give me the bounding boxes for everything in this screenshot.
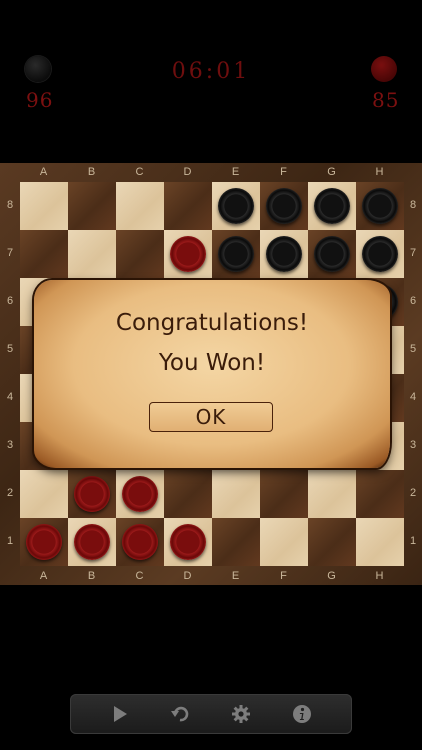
square-g7[interactable] [308,230,356,278]
square-c7[interactable] [116,230,164,278]
red-checker-piece[interactable] [122,476,158,512]
column-label: D [183,570,192,582]
black-checker-piece[interactable] [362,188,398,224]
row-label: 3 [409,439,417,451]
square-g1[interactable] [308,518,356,566]
row-label: 4 [409,391,417,403]
square-h8[interactable] [356,182,404,230]
column-label: F [280,166,287,178]
square-f7[interactable] [260,230,308,278]
square-h2[interactable] [356,470,404,518]
black-checker-piece[interactable] [218,188,254,224]
square-a1[interactable] [20,518,68,566]
square-e7[interactable] [212,230,260,278]
red-score: 85 [372,88,400,112]
row-label: 8 [409,199,417,211]
dialog-title: Congratulations! [115,310,309,336]
row-label: 8 [6,199,14,211]
black-checker-piece[interactable] [266,236,302,272]
game-timer: 06:01 [171,59,251,84]
red-player-disc-icon [371,56,397,82]
column-label: H [375,570,384,582]
square-d2[interactable] [164,470,212,518]
red-checker-piece[interactable] [26,524,62,560]
column-label: A [39,166,48,178]
square-d1[interactable] [164,518,212,566]
black-score: 96 [26,88,54,112]
row-label: 2 [409,487,417,499]
square-g8[interactable] [308,182,356,230]
column-label: G [327,570,336,582]
row-label: 6 [6,295,14,307]
square-g2[interactable] [308,470,356,518]
square-f8[interactable] [260,182,308,230]
square-h7[interactable] [356,230,404,278]
black-checker-piece[interactable] [218,236,254,272]
black-checker-piece[interactable] [266,188,302,224]
red-checker-piece[interactable] [122,524,158,560]
black-checker-piece[interactable] [362,236,398,272]
gear-icon[interactable] [229,702,253,726]
column-label: D [183,166,192,178]
column-label: A [39,570,48,582]
victory-dialog: Congratulations! You Won! OK [34,280,390,468]
bottom-toolbar [70,694,352,734]
column-label: H [375,166,384,178]
square-h1[interactable] [356,518,404,566]
square-e1[interactable] [212,518,260,566]
row-label: 5 [6,343,14,355]
black-checker-piece[interactable] [314,188,350,224]
row-label: 3 [6,439,14,451]
column-label: F [280,570,287,582]
column-label: E [231,570,240,582]
square-d8[interactable] [164,182,212,230]
row-label: 2 [6,487,14,499]
square-c8[interactable] [116,182,164,230]
row-label: 1 [409,535,417,547]
info-icon[interactable] [290,702,314,726]
row-label: 4 [6,391,14,403]
square-a2[interactable] [20,470,68,518]
column-label: G [327,166,336,178]
square-b8[interactable] [68,182,116,230]
square-a8[interactable] [20,182,68,230]
square-f1[interactable] [260,518,308,566]
square-e8[interactable] [212,182,260,230]
undo-icon[interactable] [168,702,192,726]
square-a7[interactable] [20,230,68,278]
row-label: 5 [409,343,417,355]
row-label: 6 [409,295,417,307]
play-icon[interactable] [108,702,132,726]
row-label: 1 [6,535,14,547]
red-checker-piece[interactable] [170,236,206,272]
ok-button[interactable]: OK [149,402,273,432]
row-label: 7 [409,247,417,259]
red-checker-piece[interactable] [74,476,110,512]
square-c2[interactable] [116,470,164,518]
dialog-message: You Won! [158,350,266,376]
column-label: B [87,166,96,178]
square-f2[interactable] [260,470,308,518]
square-c1[interactable] [116,518,164,566]
square-b2[interactable] [68,470,116,518]
square-e2[interactable] [212,470,260,518]
red-checker-piece[interactable] [74,524,110,560]
column-label: C [135,570,144,582]
column-label: E [231,166,240,178]
black-checker-piece[interactable] [314,236,350,272]
square-b1[interactable] [68,518,116,566]
red-checker-piece[interactable] [170,524,206,560]
square-b7[interactable] [68,230,116,278]
row-label: 7 [6,247,14,259]
column-label: C [135,166,144,178]
column-label: B [87,570,96,582]
square-d7[interactable] [164,230,212,278]
